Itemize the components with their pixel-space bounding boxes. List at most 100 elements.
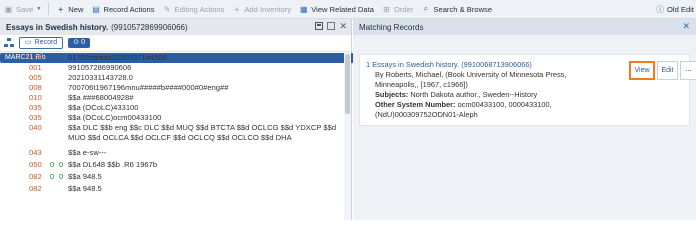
record-icon: ▤ <box>92 4 100 14</box>
marc-row[interactable]: 050 0 0 $$a DL648 $$b .R6 1967b <box>0 160 344 170</box>
order-button[interactable]: ⊞ Order <box>378 0 417 19</box>
title-icons: ✕ <box>315 22 347 31</box>
save-label: Save <box>16 4 34 14</box>
marc-ind1 <box>50 133 59 143</box>
view-related-label: View Related Data <box>311 4 374 14</box>
marc-row[interactable]: 040 $$a DLC $$b eng $$c DLC $$d MUQ $$d B… <box>0 123 344 133</box>
chevron-down-icon: ▼ <box>36 6 42 12</box>
edit-button[interactable]: Edit <box>657 61 678 80</box>
add-inventory-button[interactable]: + Add Inventory <box>228 0 295 19</box>
search-browse-label: Search & Browse <box>433 4 493 14</box>
toolbar: ▣ Save ▼ + New ▤ Record Actions ✎ Editin… <box>0 0 696 19</box>
marc-value: 20210331143728.0 <box>68 73 133 82</box>
view-button[interactable]: View <box>629 61 655 80</box>
close-icon[interactable]: ✕ <box>339 22 347 31</box>
marc-ind2 <box>59 123 68 133</box>
marc-tag: 008 <box>29 83 42 92</box>
marc-ind2 <box>59 113 68 123</box>
more-options-button[interactable]: ... <box>680 61 696 80</box>
marc-tag: 035 <box>29 103 42 112</box>
search-browse-button[interactable]: ⌕ Search & Browse <box>417 0 496 19</box>
record-actions-label: Record Actions <box>103 4 155 14</box>
marc-ind1 <box>50 83 59 93</box>
marc-ind1 <box>50 93 59 103</box>
marc-value: $$a (OCoLC)ocm00433100 <box>68 113 162 122</box>
search-icon: ⌕ <box>423 4 429 13</box>
marc-ind1 <box>50 103 59 113</box>
marc-row[interactable]: 082 $$a 948.5 <box>0 184 344 194</box>
old-editor-button[interactable]: ⓘ Old Edit <box>656 0 694 19</box>
result-other-line: Other System Number: ocm00433100, 000043… <box>375 100 552 110</box>
result-title-line[interactable]: 1 Essays in Swedish history. (9910068713… <box>366 60 532 70</box>
marc-ind2 <box>59 93 68 103</box>
record-actions-button[interactable]: ▤ Record Actions <box>87 0 158 19</box>
plus-icon: + <box>58 4 64 14</box>
marc-row[interactable]: 035 $$a (OCoLC)ocm00433100 <box>0 113 344 123</box>
marc-value: $$a 948.5 <box>68 172 102 181</box>
link-icon: ⊙ <box>73 39 80 46</box>
marc-value: $$a DL648 $$b .R6 1967b <box>68 160 158 169</box>
marc-ind2 <box>59 184 68 194</box>
save-icon[interactable] <box>315 22 324 30</box>
marc-ind2 <box>59 63 68 73</box>
marc-ind2: 0 <box>59 160 64 169</box>
marc-tag: 010 <box>29 93 42 102</box>
result-author: By Roberts, Michael, (Book University of… <box>375 70 567 79</box>
marc-ind1 <box>50 63 59 73</box>
marc-row[interactable]: 010 $$a ###68004928# <box>0 93 344 103</box>
marc-value: 700706t1967196mnu#####b####000#0#eng## <box>68 83 229 92</box>
result-publisher: Minneapolis,, [1967, c1966]) <box>375 80 468 89</box>
close-icon[interactable]: ✕ <box>682 21 690 32</box>
marc-tag: 040 <box>29 123 42 132</box>
marc-row[interactable]: 005 20210331143728.0 <box>0 73 344 83</box>
marc-row[interactable]: MUO $$d OCLCA $$d OCLCF $$d OCLCQ $$d OC… <box>0 133 344 143</box>
marc-ind2 <box>59 83 68 93</box>
count-badge[interactable]: ⊙ 0 <box>68 38 90 48</box>
save-button[interactable]: ▣ Save ▼ <box>0 0 45 19</box>
marc-tag: 050 <box>29 160 42 169</box>
marc-ind1: 0 <box>50 172 55 181</box>
new-label: New <box>68 4 84 14</box>
marc-tag <box>0 133 50 143</box>
marc-value: $$a DLC $$b eng $$c DLC $$d MUQ $$d BTCT… <box>68 123 337 132</box>
info-icon: ⓘ <box>656 5 664 14</box>
marc-ind1 <box>50 184 59 194</box>
marc-value: MUO $$d OCLCA $$d OCLCF $$d OCLCQ $$d OC… <box>68 133 292 142</box>
scrollbar[interactable] <box>344 52 351 220</box>
marc-ind1 <box>50 123 59 133</box>
record-button-label: Record <box>34 39 58 46</box>
plus-icon: + <box>234 4 240 14</box>
marc-value: $$a (OCoLC)433100 <box>68 103 139 112</box>
marc-row[interactable]: LDR 01702cam#a22003371#4500 <box>0 53 344 63</box>
new-button[interactable]: + New <box>52 0 87 19</box>
pencil-icon: ✎ <box>163 4 171 14</box>
marc-row[interactable]: 035 $$a (OCoLC)433100 <box>0 103 344 113</box>
marc-value: $$a ###68004928# <box>68 93 134 102</box>
marc-tag: LDR <box>29 53 45 62</box>
marc-value: 991057286990606 <box>68 63 132 72</box>
marc-row[interactable]: 001 991057286990606 <box>0 63 344 73</box>
save-icon: ▣ <box>4 4 13 14</box>
marc-value: 01702cam#a22003371#4500 <box>68 53 167 62</box>
window-icon[interactable] <box>327 22 336 30</box>
document-icon: ▭ <box>25 39 32 46</box>
marc-row[interactable]: 082 0 0 $$a 948.5 <box>0 172 344 182</box>
subjects-label: Subjects: <box>375 90 409 99</box>
marc-row[interactable]: 043 $$a e-sw--- <box>0 148 344 158</box>
marc-ind2 <box>59 133 68 143</box>
matching-records-pane: Matching Records ✕ 1 Essays in Swedish h… <box>353 19 696 220</box>
add-inventory-label: Add Inventory <box>244 4 292 14</box>
marc-tag: 001 <box>29 63 42 72</box>
record-button[interactable]: ▭ Record <box>19 37 64 49</box>
editing-actions-button[interactable]: ✎ Editing Actions <box>159 0 229 19</box>
hierarchy-icon[interactable] <box>4 38 14 48</box>
view-related-data-button[interactable]: ▦ View Related Data <box>295 0 378 19</box>
order-label: Order <box>393 4 414 14</box>
marc-ind1 <box>50 148 59 158</box>
marc-ind2: 0 <box>59 172 64 181</box>
marc-ind2 <box>59 148 68 158</box>
marc-row[interactable]: 008 700706t1967196mnu#####b####000#0#eng#… <box>0 83 344 93</box>
result-title[interactable]: Essays in Swedish history. <box>372 60 459 69</box>
scrollbar-thumb[interactable] <box>345 54 350 114</box>
marc-ind2 <box>59 73 68 83</box>
